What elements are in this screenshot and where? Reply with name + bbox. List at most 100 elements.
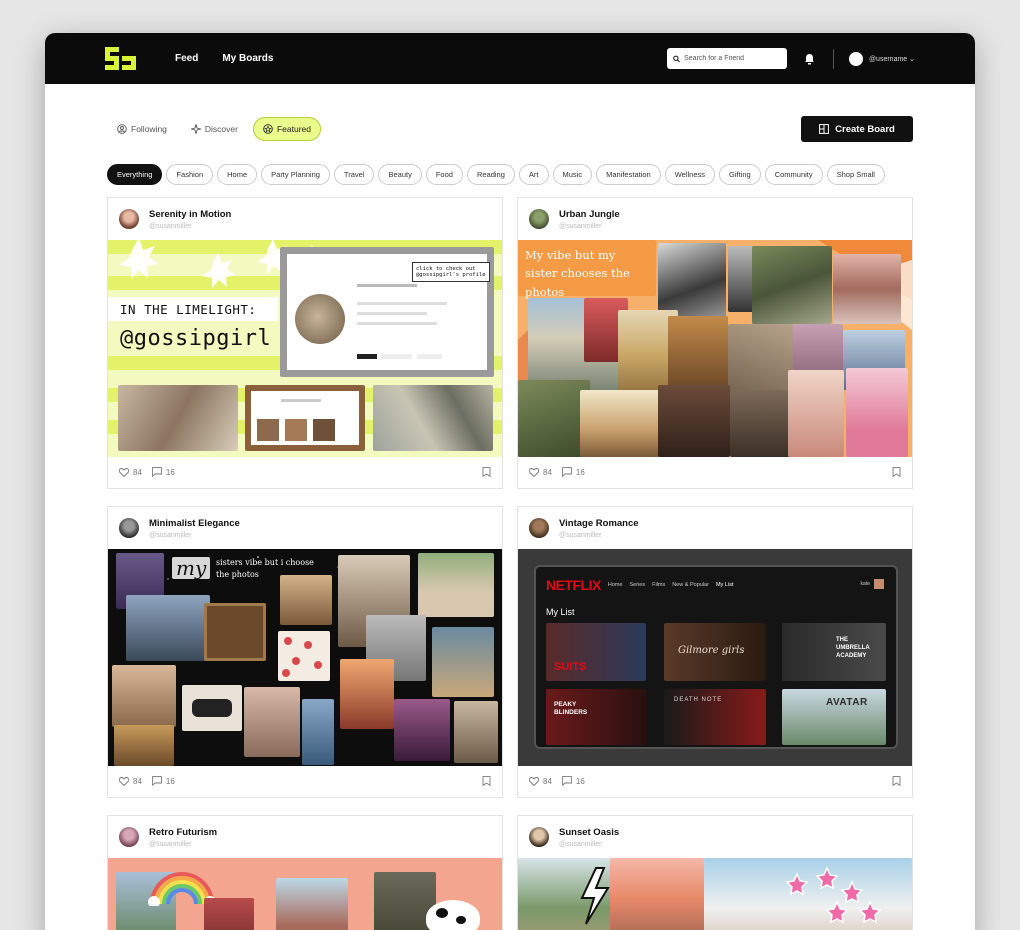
board-cover-image[interactable]: My vibe but my sister chooses the photos	[518, 240, 912, 457]
board-title[interactable]: Serenity in Motion	[149, 209, 231, 220]
board-card[interactable]: Serenity in Motion @susanmiller IN THE L…	[107, 197, 503, 489]
thumbnail-screenshot	[245, 385, 365, 451]
chip-reading[interactable]: Reading	[466, 164, 515, 185]
board-card[interactable]: Sunset Oasis @susanmiller	[517, 815, 913, 930]
notification-bell-icon[interactable]	[803, 52, 817, 66]
board-card[interactable]: Retro Futurism @susanmiller	[107, 815, 503, 930]
board-title[interactable]: Sunset Oasis	[559, 827, 619, 838]
chip-wellness[interactable]: Wellness	[664, 164, 715, 185]
board-title[interactable]: Retro Futurism	[149, 827, 217, 838]
collage-photo	[610, 858, 704, 930]
comment-button[interactable]: 16	[152, 467, 175, 477]
collage-photo	[280, 575, 332, 625]
bookmark-icon[interactable]	[482, 467, 491, 477]
card-header: Retro Futurism @susanmiller	[108, 816, 502, 858]
like-button[interactable]: 84	[119, 468, 142, 477]
chip-food[interactable]: Food	[425, 164, 463, 185]
comment-button[interactable]: 16	[562, 776, 585, 786]
board-handle[interactable]: @susanmiller	[149, 532, 240, 539]
like-count: 84	[133, 467, 142, 477]
comment-count: 16	[575, 467, 585, 477]
heart-icon	[119, 467, 129, 477]
chip-party-planning[interactable]: Party Planning	[261, 164, 330, 185]
card-header: Minimalist Elegance @susanmiller	[108, 507, 502, 549]
avatar[interactable]	[529, 209, 549, 229]
comment-button[interactable]: 16	[562, 467, 585, 477]
board-handle[interactable]: @susanmiller	[149, 841, 217, 848]
bookmark-icon[interactable]	[482, 776, 491, 786]
app-logo[interactable]	[105, 46, 137, 71]
card-header: Urban Jungle @susanmiller	[518, 198, 912, 240]
collage-photo	[276, 878, 348, 930]
tab-featured[interactable]: Featured	[252, 117, 321, 141]
pink-stars-sticker	[785, 866, 882, 924]
chip-music[interactable]: Music	[552, 164, 593, 185]
user-menu[interactable]: @username ⌄	[848, 51, 915, 66]
collage-photo	[658, 385, 730, 457]
friend-search[interactable]	[666, 48, 787, 69]
board-handle[interactable]: @susanmiller	[559, 223, 620, 230]
chip-community[interactable]: Community	[764, 164, 823, 185]
board-cover-image[interactable]: NETFLIX Home Series Films New & Popular …	[518, 549, 912, 766]
board-card[interactable]: Vintage Romance @susanmiller NETFLIX Hom…	[517, 506, 913, 798]
show-tile-suits: SUITS	[546, 623, 646, 681]
board-handle[interactable]: @susanmiller	[149, 223, 231, 230]
netflix-screen: NETFLIX Home Series Films New & Popular …	[534, 565, 898, 749]
chip-gifting[interactable]: Gifting	[719, 164, 761, 185]
chip-fashion[interactable]: Fashion	[166, 164, 214, 185]
like-button[interactable]: 84	[119, 777, 142, 786]
avatar[interactable]	[119, 518, 139, 538]
avatar[interactable]	[529, 518, 549, 538]
board-title[interactable]: Vintage Romance	[559, 518, 639, 529]
show-title: AVATAR	[826, 697, 868, 708]
chip-shop-small[interactable]: Shop Small	[826, 164, 885, 185]
netflix-nav-mylist: My List	[715, 582, 734, 588]
comment-count: 16	[575, 776, 585, 786]
board-cover-image[interactable]: IN THE LIMELIGHT: @gossipgirl click to c…	[108, 240, 502, 457]
show-title: THE UMBRELLA ACADEMY	[836, 637, 870, 659]
comment-button[interactable]: 16	[152, 776, 175, 786]
nav-my-boards[interactable]: My Boards	[222, 53, 273, 64]
board-title[interactable]: Minimalist Elegance	[149, 518, 240, 529]
bookmark-icon[interactable]	[892, 776, 901, 786]
chip-art[interactable]: Art	[518, 164, 549, 185]
board-handle[interactable]: @susanmiller	[559, 532, 639, 539]
nav-feed[interactable]: Feed	[175, 53, 198, 64]
avatar[interactable]	[529, 827, 549, 847]
chip-home[interactable]: Home	[217, 164, 258, 185]
board-handle[interactable]: @susanmiller	[559, 841, 619, 848]
like-count: 84	[543, 776, 552, 786]
board-cover-image[interactable]: my sisters vibe but i choose the photos	[108, 549, 502, 766]
my-word: my	[172, 557, 211, 579]
create-board-button[interactable]: Create Board	[801, 116, 913, 142]
avatar	[874, 579, 884, 589]
tab-following[interactable]: Following	[108, 118, 176, 140]
divider	[832, 48, 834, 69]
search-icon	[673, 55, 680, 62]
heart-icon	[119, 776, 129, 786]
card-header: Serenity in Motion @susanmiller	[108, 198, 502, 240]
avatar[interactable]	[119, 827, 139, 847]
board-cover-image[interactable]	[518, 858, 912, 930]
bookmark-icon[interactable]	[892, 467, 901, 477]
collage-photo	[302, 699, 334, 765]
chip-manifestation[interactable]: Manifestation	[596, 164, 661, 185]
comment-icon	[152, 467, 162, 477]
board-cover-image[interactable]	[108, 858, 502, 930]
comment-count: 16	[165, 776, 175, 786]
chip-beauty[interactable]: Beauty	[378, 164, 422, 185]
search-input[interactable]	[684, 55, 781, 62]
board-card[interactable]: Minimalist Elegance @susanmiller my sist…	[107, 506, 503, 798]
avatar[interactable]	[119, 209, 139, 229]
board-card[interactable]: Urban Jungle @susanmiller My vibe but my…	[517, 197, 913, 489]
chip-everything[interactable]: Everything	[107, 164, 163, 185]
click-note: click to check out @gossipgirl's profile	[412, 262, 490, 282]
tab-discover[interactable]: Discover	[182, 118, 247, 140]
sparkle-icon	[190, 124, 201, 134]
username-label: @username ⌄	[868, 55, 915, 63]
card-header: Vintage Romance @susanmiller	[518, 507, 912, 549]
like-button[interactable]: 84	[529, 468, 552, 477]
board-title[interactable]: Urban Jungle	[559, 209, 620, 220]
chip-travel[interactable]: Travel	[333, 164, 375, 185]
like-button[interactable]: 84	[529, 777, 552, 786]
